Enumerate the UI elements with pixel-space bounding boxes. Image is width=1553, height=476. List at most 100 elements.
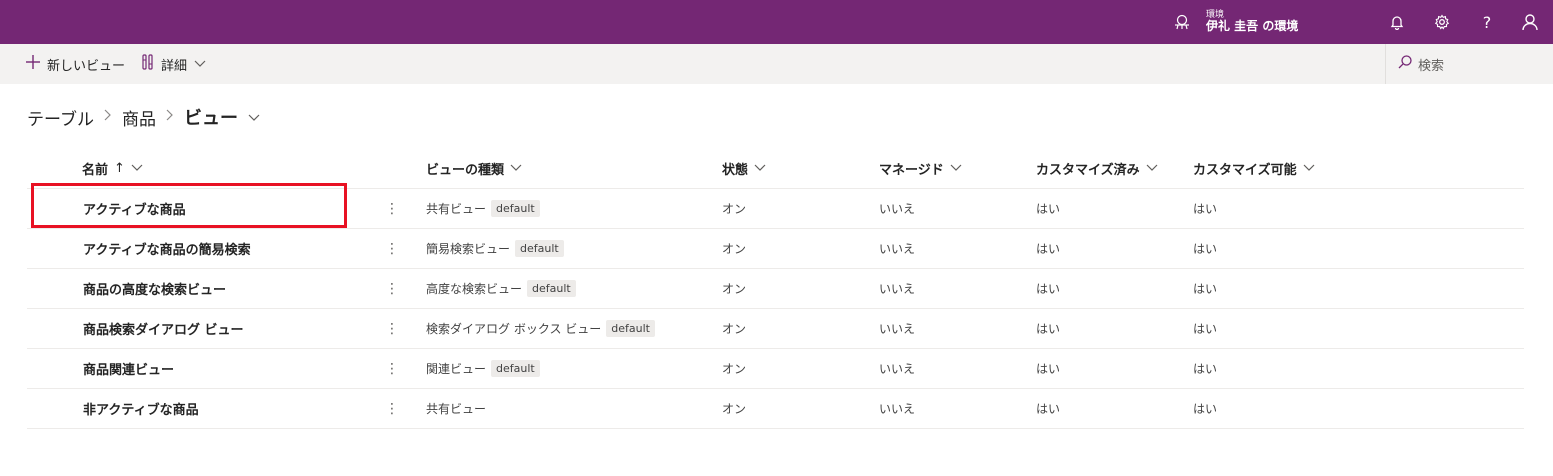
breadcrumb-views[interactable]: ビュー (184, 104, 238, 130)
customized-cell: はい (1036, 282, 1061, 296)
chevron-down-icon (754, 161, 766, 176)
new-view-label: 新しいビュー (47, 58, 126, 74)
view-name-link[interactable]: 商品検索ダイアログ ビュー (83, 309, 244, 348)
view-type-cell: 高度な検索ビュー default (426, 269, 576, 308)
more-options-icon[interactable]: ⋮ (385, 349, 399, 388)
customizable-cell: はい (1193, 362, 1218, 376)
help-icon[interactable]: ? (1476, 11, 1498, 33)
search-input[interactable]: 検索 (1385, 44, 1553, 84)
state-cell: オン (722, 322, 747, 336)
chevron-down-icon (131, 161, 143, 176)
customized-cell: はい (1036, 362, 1061, 376)
state-cell: オン (722, 242, 747, 256)
view-name-link[interactable]: 非アクティブな商品 (83, 389, 199, 428)
breadcrumb-product[interactable]: 商品 (122, 105, 156, 130)
customizable-cell: はい (1193, 282, 1218, 296)
table-row[interactable]: 商品の高度な検索ビュー ⋮ 高度な検索ビュー default オン いいえ はい … (27, 269, 1524, 309)
table-row[interactable]: 非アクティブな商品 ⋮ 共有ビュー オン いいえ はい はい (27, 389, 1524, 429)
customized-cell: はい (1036, 242, 1061, 256)
bell-icon[interactable] (1386, 11, 1408, 33)
details-label: 詳細 (161, 58, 188, 74)
view-type: 共有ビュー (426, 402, 487, 416)
view-type: 関連ビュー (426, 362, 487, 376)
view-type: 共有ビュー (426, 202, 487, 216)
chevron-down-icon (950, 161, 962, 176)
state-cell: オン (722, 282, 747, 296)
tools-icon (142, 54, 154, 74)
column-header-label: 状態 (722, 162, 749, 178)
column-header-name[interactable]: 名前 ↑ (82, 157, 143, 179)
state-cell: オン (722, 402, 747, 416)
customized-cell: はい (1036, 402, 1061, 416)
customizable-cell: はい (1193, 242, 1218, 256)
person-icon[interactable] (1519, 11, 1541, 33)
chevron-down-icon (194, 57, 206, 72)
customizable-cell: はい (1193, 402, 1218, 416)
view-name-link[interactable]: 商品の高度な検索ビュー (83, 269, 226, 308)
plus-icon (26, 55, 40, 73)
default-badge: default (491, 360, 540, 377)
chevron-right-icon (104, 109, 112, 125)
default-badge: default (527, 280, 576, 297)
sort-ascending-icon: ↑ (114, 160, 125, 176)
managed-cell: いいえ (879, 402, 916, 416)
state-cell: オン (722, 202, 747, 216)
breadcrumb: テーブル 商品 ビュー (27, 104, 260, 130)
customizable-cell: はい (1193, 202, 1218, 216)
view-type-cell: 共有ビュー default (426, 189, 540, 228)
table-row[interactable]: アクティブな商品の簡易検索 ⋮ 簡易検索ビュー default オン いいえ はい… (27, 229, 1524, 269)
column-header-label: カスタマイズ可能 (1193, 162, 1297, 178)
column-header-view-type[interactable]: ビューの種類 (426, 157, 522, 179)
new-view-button[interactable]: 新しいビュー (26, 44, 125, 84)
more-options-icon[interactable]: ⋮ (385, 309, 399, 348)
column-header-label: ビューの種類 (426, 162, 505, 178)
view-type-cell: 共有ビュー (426, 389, 486, 428)
details-button[interactable]: 詳細 (142, 44, 206, 84)
environment-icon (1172, 12, 1192, 32)
view-type-cell: 関連ビュー default (426, 349, 540, 388)
environment-text: 環境 伊礼 圭吾 の環境 (1206, 10, 1298, 34)
view-type-cell: 検索ダイアログ ボックス ビュー default (426, 309, 655, 348)
gear-icon[interactable] (1431, 11, 1453, 33)
chevron-right-icon (166, 109, 174, 125)
default-badge: default (491, 200, 540, 217)
column-header-state[interactable]: 状態 (722, 157, 766, 179)
managed-cell: いいえ (879, 202, 916, 216)
view-name-link[interactable]: アクティブな商品の簡易検索 (83, 229, 251, 268)
managed-cell: いいえ (879, 322, 916, 336)
view-type: 簡易検索ビュー (426, 242, 511, 256)
column-header-label: マネージド (879, 162, 944, 178)
more-options-icon[interactable]: ⋮ (385, 189, 399, 228)
chevron-down-icon (1303, 161, 1315, 176)
view-type: 高度な検索ビュー (426, 282, 523, 296)
highlight-box (31, 183, 347, 228)
breadcrumb-tables[interactable]: テーブル (27, 105, 94, 130)
column-header-label: 名前 (82, 162, 109, 178)
chevron-down-icon[interactable] (248, 107, 260, 127)
default-badge: default (515, 240, 564, 257)
column-header-customized[interactable]: カスタマイズ済み (1036, 157, 1158, 179)
chevron-down-icon (510, 161, 522, 176)
table-row[interactable]: 商品関連ビュー ⋮ 関連ビュー default オン いいえ はい はい (27, 349, 1524, 389)
search-icon (1398, 55, 1412, 73)
customizable-cell: はい (1193, 322, 1218, 336)
column-header-managed[interactable]: マネージド (879, 157, 962, 179)
environment-selector[interactable]: 環境 伊礼 圭吾 の環境 (1172, 4, 1298, 40)
search-placeholder: 検索 (1418, 58, 1445, 74)
more-options-icon[interactable]: ⋮ (385, 389, 399, 428)
managed-cell: いいえ (879, 282, 916, 296)
table-row[interactable]: 商品検索ダイアログ ビュー ⋮ 検索ダイアログ ボックス ビュー default … (27, 309, 1524, 349)
top-bar: 環境 伊礼 圭吾 の環境 ? (0, 0, 1553, 44)
column-header-label: カスタマイズ済み (1036, 162, 1140, 178)
more-options-icon[interactable]: ⋮ (385, 269, 399, 308)
customized-cell: はい (1036, 202, 1061, 216)
view-name-link[interactable]: 商品関連ビュー (83, 349, 174, 388)
default-badge: default (606, 320, 655, 337)
view-type: 検索ダイアログ ボックス ビュー (426, 322, 602, 336)
state-cell: オン (722, 362, 747, 376)
column-header-customizable[interactable]: カスタマイズ可能 (1193, 157, 1315, 179)
chevron-down-icon (1146, 161, 1158, 176)
command-bar: 新しいビュー 詳細 (0, 44, 1553, 84)
managed-cell: いいえ (879, 362, 916, 376)
more-options-icon[interactable]: ⋮ (385, 229, 399, 268)
